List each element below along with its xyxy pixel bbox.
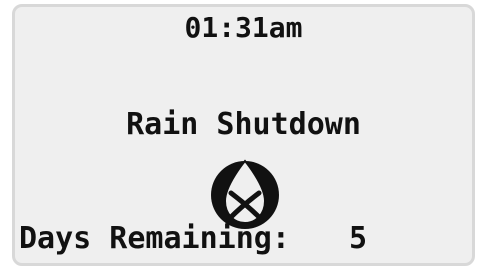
controller-frame: 01:31am Rain Shutdown Days Remaining: 5 xyxy=(0,0,485,274)
status-title: Rain Shutdown xyxy=(126,107,361,142)
clock-time: 01:31am xyxy=(184,11,303,44)
rain-drop-crossed-icon xyxy=(211,155,279,231)
days-remaining-label: Days Remaining: xyxy=(19,221,290,256)
days-remaining-row: Days Remaining: 5 xyxy=(19,221,419,261)
lcd-screen: 01:31am Rain Shutdown Days Remaining: 5 xyxy=(12,4,475,266)
days-remaining-value: 5 xyxy=(349,221,368,256)
